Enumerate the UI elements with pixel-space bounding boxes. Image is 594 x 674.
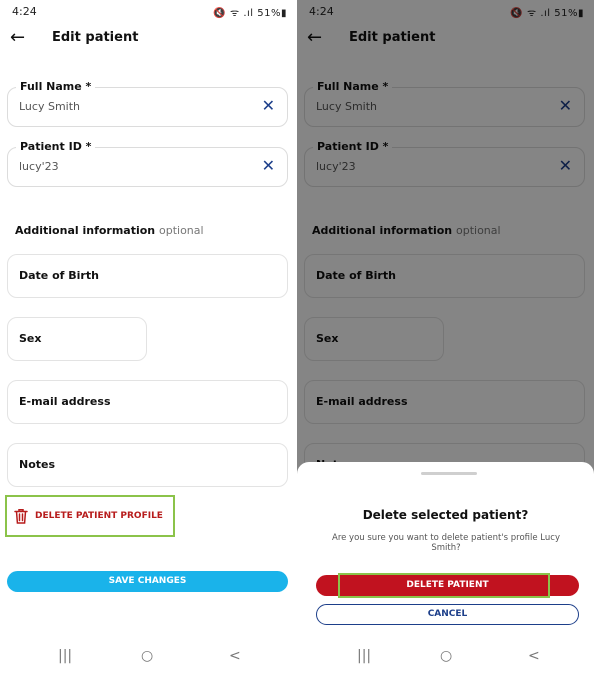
back-arrow-icon[interactable]: ← [10,28,25,48]
delete-dialog-screen: 4:24 🔇 ᯤ .ıl 51%▮ ← Edit patient Full Na… [297,0,594,674]
patient-id-label: Patient ID * [16,140,96,153]
clear-full-name-icon[interactable]: ✕ [262,97,275,115]
app-bar: ← Edit patient [10,28,287,52]
nav-back-icon[interactable]: < [528,648,540,664]
sex-field[interactable]: Sex [7,317,147,361]
patient-id-value: lucy'23 [19,160,59,173]
page-title: Edit patient [52,30,139,45]
sheet-drag-handle[interactable] [421,472,477,475]
status-time: 4:24 [12,5,37,18]
save-changes-button[interactable]: SAVE CHANGES [7,571,288,592]
patient-id-field[interactable]: Patient ID * lucy'23 ✕ [7,140,288,187]
home-icon[interactable]: ○ [440,648,452,664]
optional-label: optional [159,224,204,237]
trash-icon [14,509,28,524]
delete-patient-label: DELETE PATIENT [406,580,489,590]
system-nav-bar: ||| ○ < [297,648,594,670]
system-nav-bar: ||| ○ < [0,648,297,670]
additional-info-title: Additional information optional [15,224,204,237]
email-label: E-mail address [19,395,111,408]
edit-patient-screen: 4:24 🔇 ᯤ .ıl 51%▮ ← Edit patient Full Na… [0,0,297,674]
full-name-value: Lucy Smith [19,100,80,113]
date-of-birth-label: Date of Birth [19,269,99,282]
status-icons: 🔇 ᯤ .ıl 51%▮ [213,8,287,19]
clear-patient-id-icon[interactable]: ✕ [262,157,275,175]
sex-label: Sex [19,332,42,345]
full-name-label: Full Name * [16,80,96,93]
delete-patient-profile-button[interactable]: DELETE PATIENT PROFILE [5,495,175,537]
status-bar: 4:24 🔇 ᯤ .ıl 51%▮ [12,5,287,21]
delete-patient-button[interactable]: DELETE PATIENT [316,573,579,598]
email-field[interactable]: E-mail address [7,380,288,424]
notes-field[interactable]: Notes [7,443,288,487]
nav-back-icon[interactable]: < [229,648,241,664]
recents-icon[interactable]: ||| [357,648,371,664]
cancel-button[interactable]: CANCEL [316,604,579,625]
delete-confirmation-sheet: Delete selected patient? Are you sure yo… [297,462,594,674]
dialog-message: Are you sure you want to delete patient'… [332,533,560,553]
delete-patient-profile-label: DELETE PATIENT PROFILE [35,511,163,521]
home-icon[interactable]: ○ [141,648,153,664]
notes-label: Notes [19,458,56,471]
recents-icon[interactable]: ||| [58,648,72,664]
additional-info-label: Additional information [15,224,156,237]
full-name-field[interactable]: Full Name * Lucy Smith ✕ [7,80,288,127]
date-of-birth-field[interactable]: Date of Birth [7,254,288,298]
dialog-title: Delete selected patient? [362,508,529,522]
